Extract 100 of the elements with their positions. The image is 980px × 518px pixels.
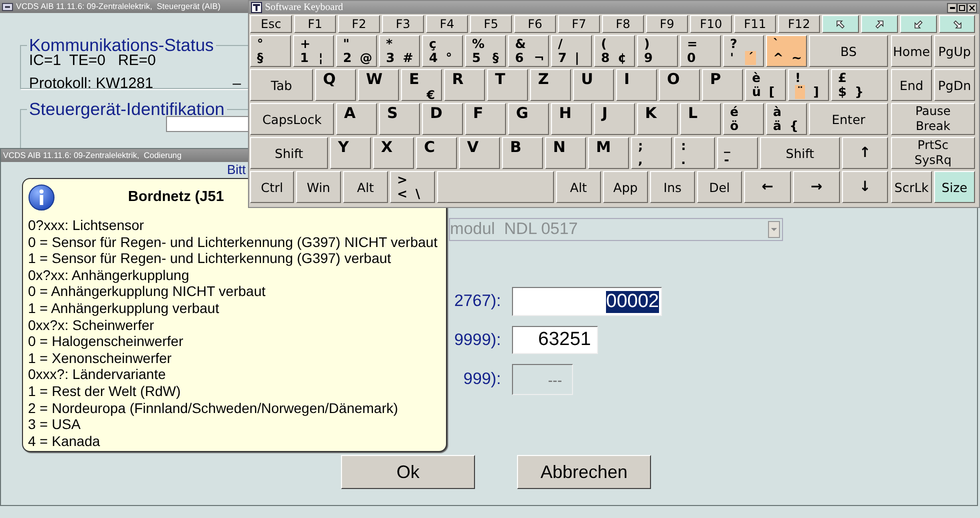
- arrow-key[interactable]: ↓: [842, 171, 888, 203]
- keyboard-key[interactable]: Esc: [250, 15, 292, 33]
- keyboard-key[interactable]: F1: [294, 15, 336, 33]
- keyboard-key[interactable]: é ö: [723, 103, 764, 135]
- keyboard-key[interactable]: ° §: [250, 35, 291, 67]
- keyboard-key[interactable]: F7: [558, 15, 600, 33]
- keyboard-key[interactable]: Ins: [650, 171, 695, 203]
- keyboard-key[interactable]: £ $ }: [831, 69, 888, 101]
- keyboard-key[interactable]: R: [444, 69, 485, 101]
- keyboard-key[interactable]: Enter: [809, 103, 888, 135]
- arrow-key[interactable]: ↑: [842, 137, 888, 169]
- keyboard-key[interactable]: : .: [674, 137, 715, 169]
- keyboard-key[interactable]: ! ¨ ]: [788, 69, 829, 101]
- keyboard-key[interactable]: ScrLk: [891, 171, 932, 203]
- keyboard-key[interactable]: Home: [891, 35, 932, 67]
- arrow-key[interactable]: →: [793, 171, 840, 203]
- keyboard-key[interactable]: F9: [646, 15, 688, 33]
- keyboard-key[interactable]: Pause Break: [891, 103, 975, 135]
- keyboard-key[interactable]: Ctrl: [250, 171, 294, 203]
- keyboard-key[interactable]: / 7 |: [551, 35, 592, 67]
- close-button[interactable]: [967, 2, 977, 12]
- tooltip-text: 0?xxx: Lichtsensor: [28, 217, 145, 234]
- keyboard-key[interactable]: ? ' ´: [723, 35, 764, 67]
- keyboard-key[interactable]: Tab: [250, 69, 313, 101]
- keyboard-key[interactable]: F8: [602, 15, 644, 33]
- keyboard-key[interactable]: V: [459, 137, 500, 169]
- dialog-button[interactable]: Ok: [341, 455, 475, 489]
- keyboard-key[interactable]: F10: [690, 15, 732, 33]
- keyboard-key[interactable]: PgDn: [934, 69, 975, 101]
- keyboard-key[interactable]: PgUp: [934, 35, 975, 67]
- keyboard-key[interactable]: [861, 15, 898, 33]
- keyboard-key[interactable]: F12: [778, 15, 820, 33]
- keyboard-key[interactable]: Alt: [343, 171, 388, 203]
- keyboard-key[interactable]: D: [422, 103, 463, 135]
- keyboard-key[interactable]: T: [487, 69, 528, 101]
- keyboard-key[interactable]: F5: [470, 15, 512, 33]
- keyboard-key[interactable]: F11: [734, 15, 776, 33]
- keyboard-key[interactable]: ç 4 °: [422, 35, 463, 67]
- keyboard-key[interactable]: à ä {: [766, 103, 807, 135]
- keyboard-key[interactable]: Shift: [250, 137, 328, 169]
- minimize-button[interactable]: [947, 2, 957, 12]
- keyboard-key[interactable]: Win: [296, 171, 341, 203]
- keyboard-key[interactable]: I: [616, 69, 657, 101]
- maximize-button[interactable]: [957, 2, 967, 12]
- keyboard-key[interactable]: Z: [530, 69, 571, 101]
- input-field[interactable]: 63251: [512, 326, 598, 354]
- arrow-key[interactable]: ←: [744, 171, 791, 203]
- keyboard-key[interactable]: H: [551, 103, 592, 135]
- keyboard-key[interactable]: [822, 15, 859, 33]
- keyboard-key[interactable]: CapsLock: [250, 103, 334, 135]
- keyboard-key[interactable]: B: [502, 137, 543, 169]
- keyboard-key[interactable]: Size: [934, 171, 975, 203]
- keyboard-key[interactable]: Alt: [556, 171, 601, 203]
- keyboard-key[interactable]: F2: [338, 15, 380, 33]
- dialog-button[interactable]: Abbrechen: [517, 455, 651, 489]
- keyboard-key[interactable]: è ü [: [745, 69, 786, 101]
- keyboard-key[interactable]: F6: [514, 15, 556, 33]
- keyboard-key[interactable]: F3: [382, 15, 424, 33]
- keyboard-key[interactable]: [900, 15, 937, 33]
- keyboard-key[interactable]: + 1 ¦: [293, 35, 334, 67]
- keyboard-key[interactable]: F: [465, 103, 506, 135]
- keyboard-key[interactable]: F4: [426, 15, 468, 33]
- keyboard-key[interactable]: K: [637, 103, 678, 135]
- keyboard-key[interactable]: ; ,: [631, 137, 672, 169]
- keyboard-key[interactable]: A: [336, 103, 377, 135]
- keyboard-key[interactable]: BS: [809, 35, 888, 67]
- keyboard-key[interactable]: ` ^ ~: [766, 35, 807, 67]
- keyboard-key[interactable]: & 6 ¬: [508, 35, 549, 67]
- keyboard-key[interactable]: " 2 @: [336, 35, 377, 67]
- keyboard-key[interactable]: L: [680, 103, 721, 135]
- keyboard-key[interactable]: % 5 §: [465, 35, 506, 67]
- keyboard-key[interactable]: Y: [330, 137, 371, 169]
- space-key[interactable]: [437, 171, 554, 203]
- keyboard-key[interactable]: W: [358, 69, 399, 101]
- keyboard-key[interactable]: > < \: [390, 171, 435, 203]
- keyboard-key[interactable]: C: [416, 137, 457, 169]
- keyboard-key[interactable]: End: [891, 69, 932, 101]
- keyboard-key[interactable]: N: [545, 137, 586, 169]
- keyboard-key[interactable]: * 3 #: [379, 35, 420, 67]
- input-field[interactable]: 00002: [512, 287, 662, 316]
- keyboard-key[interactable]: [939, 15, 975, 33]
- keyboard-key[interactable]: M: [588, 137, 629, 169]
- keyboard-key[interactable]: J: [594, 103, 635, 135]
- keyboard-key[interactable]: Shift: [760, 137, 840, 169]
- keyboard-key[interactable]: ( 8 ¢: [594, 35, 635, 67]
- keyboard-key[interactable]: _ -: [717, 137, 758, 169]
- keyboard-key[interactable]: G: [508, 103, 549, 135]
- keyboard-key[interactable]: P: [702, 69, 743, 101]
- arrow-icon: [875, 20, 884, 28]
- keyboard-key[interactable]: PrtSc SysRq: [891, 137, 975, 169]
- keyboard-key[interactable]: U: [573, 69, 614, 101]
- keyboard-key[interactable]: ) 9: [637, 35, 678, 67]
- keyboard-key[interactable]: E €: [401, 69, 442, 101]
- keyboard-key[interactable]: Del: [697, 171, 742, 203]
- keyboard-key[interactable]: Q: [315, 69, 356, 101]
- keyboard-key[interactable]: X: [373, 137, 414, 169]
- keyboard-key[interactable]: O: [659, 69, 700, 101]
- keyboard-key[interactable]: App: [603, 171, 648, 203]
- keyboard-key[interactable]: S: [379, 103, 420, 135]
- keyboard-key[interactable]: = 0: [680, 35, 721, 67]
